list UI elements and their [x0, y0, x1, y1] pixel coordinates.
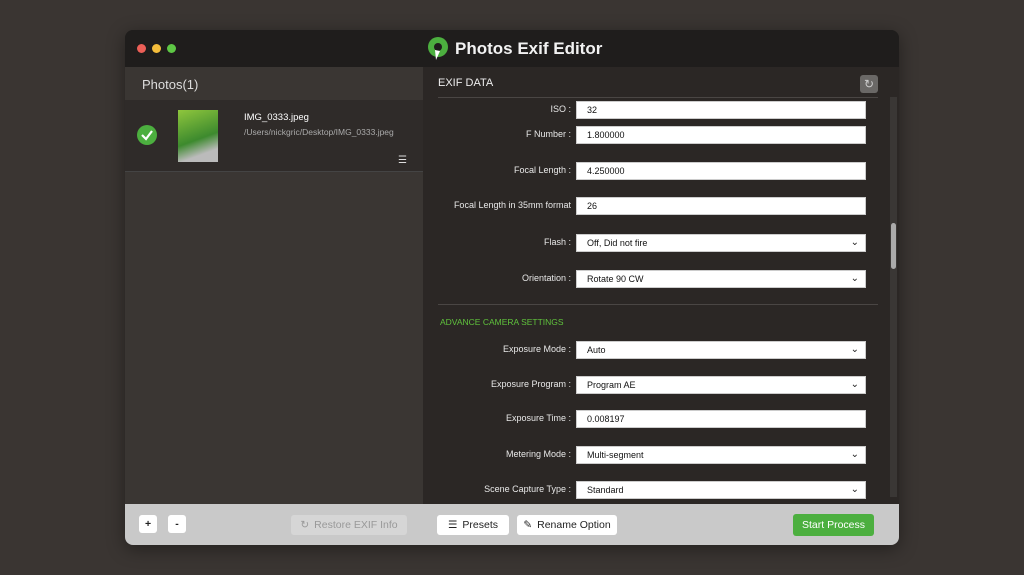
bottom-toolbar: + - ↻ Restore EXIF Info ☰ Presets ✎ Rename …: [125, 504, 899, 545]
field-label: Exposure Time :: [505, 413, 571, 423]
photos-panel: Photos(1) IMG_0333.jpeg /Users/nickgric/…: [125, 67, 423, 504]
field-label: Orientation :: [521, 273, 571, 283]
scrollbar-thumb[interactable]: [891, 223, 896, 269]
photo-list-item[interactable]: IMG_0333.jpeg /Users/nickgric/Desktop/IM…: [125, 100, 423, 172]
field-f-number: F Number : 1.800000: [425, 126, 890, 144]
field-orientation: Orientation : Rotate 90 CW ⌄: [425, 270, 890, 288]
field-exposure-time: Exposure Time : 0.008197: [425, 410, 890, 428]
photo-path: /Users/nickgric/Desktop/IMG_0333.jpeg: [244, 127, 394, 137]
zoom-button[interactable]: [167, 44, 176, 53]
field-focal-35mm: Focal Length in 35mm format 26: [425, 197, 890, 215]
field-label: F Number :: [525, 129, 571, 139]
chevron-down-icon: ⌄: [850, 273, 859, 284]
rename-option-button[interactable]: ✎ Rename Option: [517, 515, 617, 535]
rename-label: Rename Option: [537, 519, 611, 531]
field-label: Metering Mode :: [505, 449, 571, 459]
scrollbar[interactable]: [890, 97, 897, 497]
field-label: Exposure Mode :: [502, 344, 571, 354]
app-logo-icon: [428, 37, 448, 60]
flash-select[interactable]: Off, Did not fire ⌄: [576, 234, 866, 252]
field-label: Flash :: [543, 237, 571, 247]
exposure-mode-select[interactable]: Auto ⌄: [576, 341, 866, 359]
chevron-down-icon: ⌄: [850, 237, 859, 248]
exif-form: ISO : 32 F Number : 1.800000 Focal Length …: [425, 97, 890, 504]
chevron-down-icon: ⌄: [850, 484, 859, 495]
close-button[interactable]: [137, 44, 146, 53]
restore-label: Restore EXIF Info: [314, 519, 398, 531]
restore-exif-button[interactable]: ↻ Restore EXIF Info: [291, 515, 407, 535]
select-value: Rotate 90 CW: [587, 274, 644, 284]
field-metering-mode: Metering Mode : Multi-segment ⌄: [425, 446, 890, 464]
app-title: Photos Exif Editor: [427, 37, 602, 61]
refresh-button[interactable]: ↻: [860, 75, 878, 93]
exposure-program-select[interactable]: Program AE ⌄: [576, 376, 866, 394]
exposure-time-input[interactable]: 0.008197: [576, 410, 866, 428]
check-icon: [137, 125, 157, 145]
field-iso: ISO : 32: [425, 101, 890, 119]
field-focal-length: Focal Length : 4.250000: [425, 162, 890, 180]
add-photo-button[interactable]: +: [139, 515, 157, 533]
select-value: Standard: [587, 485, 624, 495]
start-process-button[interactable]: Start Process: [793, 514, 874, 536]
divider: [438, 304, 878, 305]
restore-icon: ↻: [300, 519, 310, 531]
scene-capture-select[interactable]: Standard ⌄: [576, 481, 866, 499]
app-window: Photos Exif Editor Photos(1) IMG_0333.jp…: [125, 30, 899, 545]
remove-photo-button[interactable]: -: [168, 515, 186, 533]
chevron-down-icon: ⌄: [850, 449, 859, 460]
focal-length-input[interactable]: 4.250000: [576, 162, 866, 180]
field-exposure-program: Exposure Program : Program AE ⌄: [425, 376, 890, 394]
field-label: Focal Length in 35mm format: [453, 200, 571, 210]
details-icon[interactable]: ☰: [398, 155, 407, 166]
select-value: Program AE: [587, 380, 636, 390]
orientation-select[interactable]: Rotate 90 CW ⌄: [576, 270, 866, 288]
field-scene-capture: Scene Capture Type : Standard ⌄: [425, 481, 890, 499]
photo-thumbnail: [178, 110, 218, 162]
field-label: ISO :: [550, 104, 571, 114]
chevron-down-icon: ⌄: [850, 344, 859, 355]
section-heading: ADVANCE CAMERA SETTINGS: [440, 317, 564, 327]
app-title-text: Photos Exif Editor: [455, 39, 603, 58]
minimize-button[interactable]: [152, 44, 161, 53]
field-exposure-mode: Exposure Mode : Auto ⌄: [425, 341, 890, 359]
title-bar: Photos Exif Editor: [125, 30, 899, 67]
field-flash: Flash : Off, Did not fire ⌄: [425, 234, 890, 252]
divider: [438, 97, 878, 98]
select-value: Off, Did not fire: [587, 238, 648, 248]
pencil-icon: ✎: [523, 519, 533, 531]
select-value: Auto: [587, 345, 606, 355]
focal-35mm-input[interactable]: 26: [576, 197, 866, 215]
exif-title: EXIF DATA: [438, 77, 494, 89]
sliders-icon: ☰: [447, 519, 458, 531]
select-value: Multi-segment: [587, 450, 644, 460]
f-number-input[interactable]: 1.800000: [576, 126, 866, 144]
exif-panel: EXIF DATA ↻ ISO : 32 F Number : 1.800000 F…: [425, 67, 899, 504]
photos-title: Photos(1): [142, 77, 199, 92]
presets-label: Presets: [462, 519, 499, 531]
iso-input[interactable]: 32: [576, 101, 866, 119]
chevron-down-icon: ⌄: [850, 379, 859, 390]
presets-button[interactable]: ☰ Presets: [437, 515, 509, 535]
field-label: Focal Length :: [513, 165, 571, 175]
field-label: Exposure Program :: [490, 379, 571, 389]
field-label: Scene Capture Type :: [484, 484, 571, 494]
metering-mode-select[interactable]: Multi-segment ⌄: [576, 446, 866, 464]
photo-name: IMG_0333.jpeg: [244, 112, 309, 123]
